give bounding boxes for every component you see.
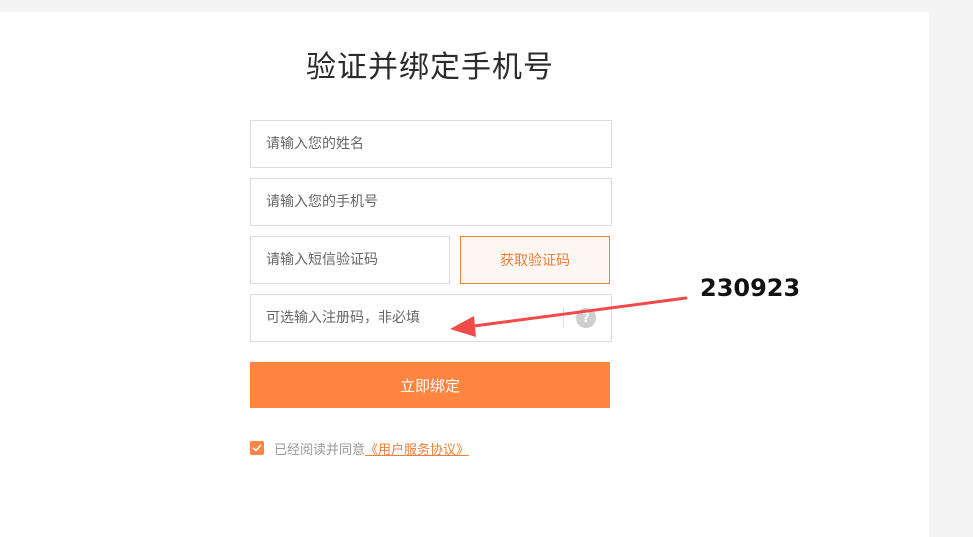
annotation-arrow-icon <box>450 296 688 337</box>
